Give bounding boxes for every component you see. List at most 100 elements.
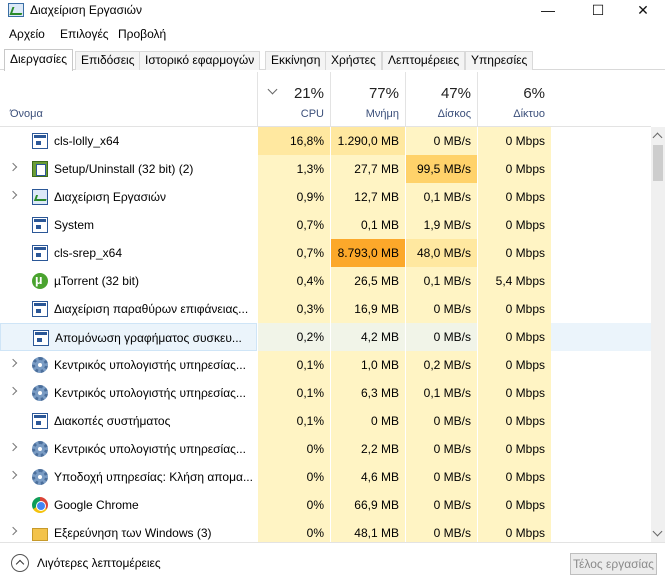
process-disk-cell: 0 MB/s	[405, 463, 477, 491]
process-network-cell: 0 Mbps	[477, 155, 551, 183]
process-row[interactable]: Διαχείριση παραθύρων επιφάνειας... 0,3% 16…	[0, 295, 651, 323]
tab-details[interactable]: Λεπτομέρειες	[382, 51, 466, 70]
process-row[interactable]: Κεντρικός υπολογιστής υπηρεσίας... 0,1% 6,…	[0, 379, 651, 407]
process-name-cell[interactable]: Διαχείριση Εργασιών	[0, 183, 257, 211]
title-bar: Διαχείριση Εργασιών — ☐ ✕	[0, 0, 665, 22]
process-row[interactable]: Setup/Uninstall (32 bit) (2) 1,3% 27,7 MB 9…	[0, 155, 651, 183]
process-network-cell: 5,4 Mbps	[477, 267, 551, 295]
tab-users[interactable]: Χρήστες	[325, 51, 382, 70]
process-cpu-cell: 0,4%	[257, 267, 330, 295]
process-name-cell[interactable]: Κεντρικός υπολογιστής υπηρεσίας...	[0, 351, 257, 379]
process-name-cell[interactable]: System	[0, 211, 257, 239]
process-name: Εξερεύνηση των Windows (3)	[54, 526, 212, 540]
tab-performance[interactable]: Επιδόσεις	[75, 51, 141, 70]
process-name: Κεντρικός υπολογιστής υπηρεσίας...	[54, 358, 246, 372]
fewer-details-link[interactable]: Λιγότερες λεπτομέρειες	[37, 556, 161, 570]
expand-chevron-icon[interactable]	[8, 358, 18, 368]
process-memory-cell: 8.793,0 MB	[330, 239, 405, 267]
scroll-up-arrow-icon[interactable]	[652, 132, 663, 143]
process-row[interactable]: Κεντρικός υπολογιστής υπηρεσίας... 0% 2,2 …	[0, 435, 651, 463]
process-memory-cell: 6,3 MB	[330, 379, 405, 407]
process-name-cell[interactable]: Διακοπές συστήματος	[0, 407, 257, 435]
setup-icon	[32, 161, 48, 177]
task-manager-icon	[32, 189, 48, 205]
column-disk-header[interactable]: 47% Δίσκος	[405, 72, 477, 127]
process-name-cell[interactable]: Google Chrome	[0, 491, 257, 519]
tab-startup[interactable]: Εκκίνηση	[265, 51, 327, 70]
expand-chevron-icon[interactable]	[8, 470, 18, 480]
column-cpu-header[interactable]: 21% CPU	[257, 72, 330, 127]
process-name-cell[interactable]: Εξερεύνηση των Windows (3)	[0, 519, 257, 542]
close-button[interactable]: ✕	[620, 0, 665, 22]
gear-icon	[32, 357, 48, 373]
process-row[interactable]: µTorrent (32 bit) 0,4%26,5 MB0,1 MB/s5,4 …	[0, 267, 651, 295]
process-name-cell[interactable]: Setup/Uninstall (32 bit) (2)	[0, 155, 257, 183]
window-icon	[33, 330, 49, 346]
process-name: Κεντρικός υπολογιστής υπηρεσίας...	[54, 386, 246, 400]
process-cpu-cell: 0%	[257, 463, 330, 491]
process-name-cell[interactable]: µTorrent (32 bit)	[0, 267, 257, 295]
window-icon	[32, 413, 48, 429]
expand-chevron-icon[interactable]	[8, 190, 18, 200]
expand-chevron-icon[interactable]	[8, 162, 18, 172]
network-label: Δίκτυο	[513, 108, 545, 120]
process-row[interactable]: cls-lolly_x64 16,8% 1.290,0 MB 0 MB/s 0 Mbps	[0, 127, 651, 155]
process-cpu-cell: 0,3%	[257, 295, 330, 323]
vertical-scrollbar[interactable]	[651, 127, 665, 542]
process-row[interactable]: Απομόνωση γραφήματος συσκευ... 0,2% 4,2 MB…	[0, 323, 651, 351]
column-network-header[interactable]: 6% Δίκτυο	[477, 72, 551, 127]
expand-chevron-icon[interactable]	[8, 442, 18, 452]
process-network-cell: 0 Mbps	[477, 295, 551, 323]
process-row[interactable]: Google Chrome 0% 66,9 MB 0 MB/s 0 Mbps	[0, 491, 651, 519]
collapse-chevron-icon[interactable]	[11, 554, 29, 572]
process-name-cell[interactable]: Διαχείριση παραθύρων επιφάνειας...	[0, 295, 257, 323]
process-disk-cell: 0 MB/s	[405, 323, 477, 351]
process-row[interactable]: Κεντρικός υπολογιστής υπηρεσίας... 0,1% 1,…	[0, 351, 651, 379]
expand-chevron-icon[interactable]	[8, 386, 18, 396]
tab-services[interactable]: Υπηρεσίες	[465, 51, 534, 70]
process-cpu-cell: 0%	[257, 491, 330, 519]
process-disk-cell: 0 MB/s	[405, 519, 477, 542]
process-name-cell[interactable]: Απομόνωση γραφήματος συσκευ...	[0, 323, 257, 351]
process-name: Υποδοχή υπηρεσίας: Κλήση απομα...	[54, 470, 253, 484]
process-row[interactable]: cls-srep_x64 0,7% 8.793,0 MB 48,0 MB/s 0 Mbp…	[0, 239, 651, 267]
tab-processes[interactable]: Διεργασίες	[4, 49, 73, 71]
cpu-label: CPU	[300, 108, 324, 120]
process-cpu-cell: 0,7%	[257, 239, 330, 267]
process-row[interactable]: Υποδοχή υπηρεσίας: Κλήση απομα... 0% 4,6 M…	[0, 463, 651, 491]
expand-chevron-icon[interactable]	[8, 526, 18, 536]
scroll-down-arrow-icon[interactable]	[652, 526, 663, 537]
process-row[interactable]: Εξερεύνηση των Windows (3) 0% 48,1 MB 0 MB/…	[0, 519, 651, 542]
process-cpu-cell: 0,1%	[257, 351, 330, 379]
column-memory-header[interactable]: 77% Μνήμη	[330, 72, 405, 127]
process-name-cell[interactable]: cls-lolly_x64	[0, 127, 257, 155]
process-disk-cell: 0,1 MB/s	[405, 183, 477, 211]
minimize-button[interactable]: —	[525, 0, 571, 22]
process-name-cell[interactable]: Κεντρικός υπολογιστής υπηρεσίας...	[0, 379, 257, 407]
process-network-cell: 0 Mbps	[477, 407, 551, 435]
process-network-cell: 0 Mbps	[477, 239, 551, 267]
process-memory-cell: 12,7 MB	[330, 183, 405, 211]
gear-icon	[32, 441, 48, 457]
maximize-button[interactable]: ☐	[575, 0, 621, 22]
end-task-button[interactable]: Τέλος εργασίας	[570, 553, 657, 575]
process-memory-cell: 48,1 MB	[330, 519, 405, 542]
menu-options[interactable]: Επιλογές	[60, 27, 109, 41]
process-cpu-cell: 1,3%	[257, 155, 330, 183]
menu-view[interactable]: Προβολή	[118, 27, 166, 41]
scroll-thumb[interactable]	[653, 145, 663, 181]
process-name-cell[interactable]: cls-srep_x64	[0, 239, 257, 267]
process-name: Google Chrome	[54, 498, 139, 512]
process-name-cell[interactable]: Κεντρικός υπολογιστής υπηρεσίας...	[0, 435, 257, 463]
task-manager-icon	[8, 3, 24, 17]
process-memory-cell: 0 MB	[330, 407, 405, 435]
process-row[interactable]: Διακοπές συστήματος 0,1% 0 MB 0 MB/s 0 Mbps	[0, 407, 651, 435]
process-name-cell[interactable]: Υποδοχή υπηρεσίας: Κλήση απομα...	[0, 463, 257, 491]
process-row[interactable]: System 0,7% 0,1 MB 1,9 MB/s 0 Mbps	[0, 211, 651, 239]
process-name: Setup/Uninstall (32 bit) (2)	[54, 162, 194, 176]
tab-app-history[interactable]: Ιστορικό εφαρμογών	[139, 51, 261, 70]
menu-file[interactable]: Αρχείο	[9, 27, 45, 41]
column-name-header[interactable]: Όνομα	[10, 108, 43, 120]
window-icon	[32, 217, 48, 233]
process-row[interactable]: Διαχείριση Εργασιών 0,9% 12,7 MB 0,1 MB/s 0 …	[0, 183, 651, 211]
